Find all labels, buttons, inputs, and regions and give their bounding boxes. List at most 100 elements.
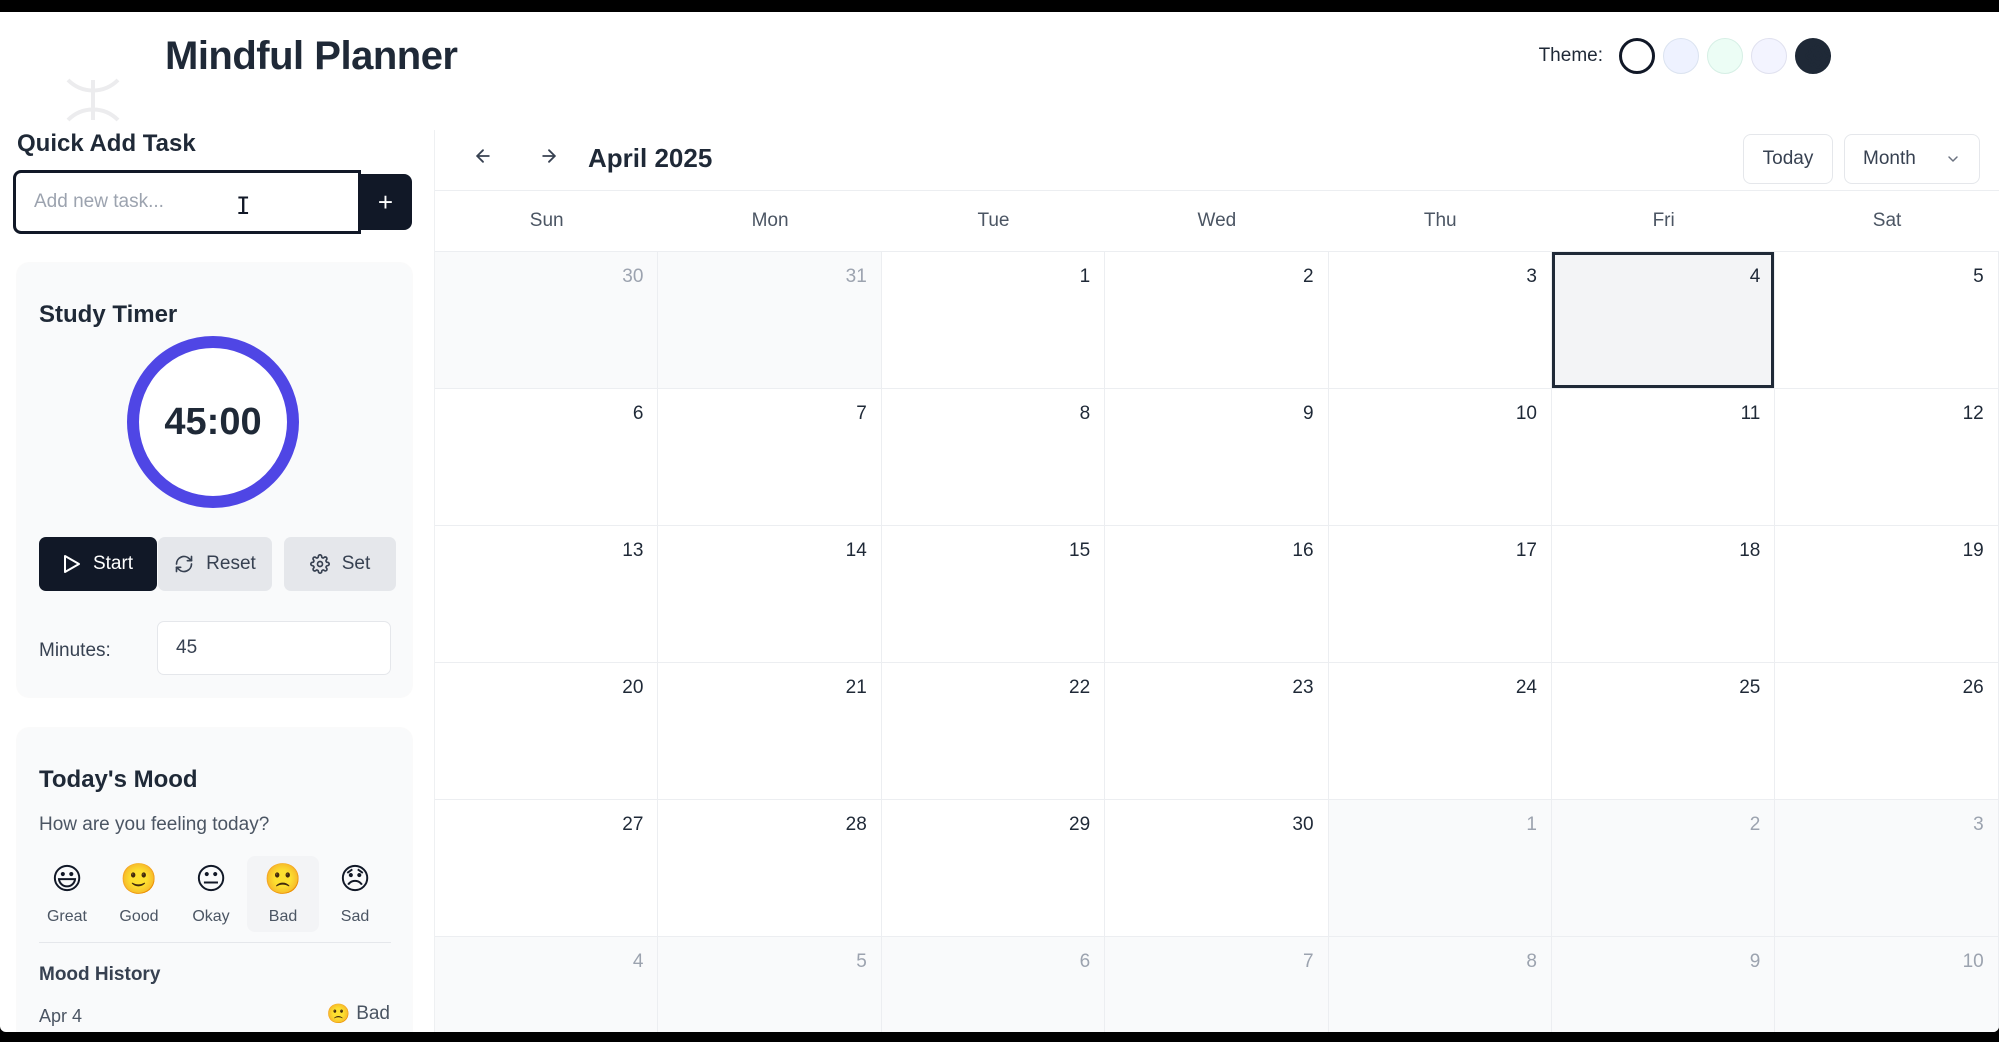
day-cell[interactable]: 10 xyxy=(1328,389,1552,526)
minutes-input[interactable] xyxy=(157,621,391,675)
mood-emoji: 😐 xyxy=(195,862,227,897)
settings-button[interactable] xyxy=(1802,40,1834,72)
view-select[interactable]: Month xyxy=(1844,134,1980,184)
day-cell[interactable]: 11 xyxy=(1551,389,1776,526)
prev-month-button[interactable] xyxy=(465,138,501,174)
day-cell[interactable]: 9 xyxy=(1551,937,1776,1032)
task-input[interactable] xyxy=(16,173,358,231)
day-number: 2 xyxy=(1302,266,1314,287)
day-cell[interactable]: 17 xyxy=(1328,526,1552,663)
day-number: 3 xyxy=(1973,814,1984,835)
day-cell[interactable]: 24 xyxy=(1328,663,1552,800)
day-cell[interactable]: 16 xyxy=(1105,526,1329,663)
weekday-sat: Sat xyxy=(1872,210,1902,231)
timer-ring: 45:00 xyxy=(127,336,299,508)
day-cell[interactable]: 26 xyxy=(1775,663,1999,800)
theme-swatch-lavender[interactable] xyxy=(1751,38,1787,74)
mood-question: How are you feeling today? xyxy=(39,814,270,835)
day-number: 4 xyxy=(632,951,644,972)
mood-option-good[interactable]: 🙂 Good xyxy=(103,856,175,932)
day-cell[interactable]: 10 xyxy=(1775,937,1999,1032)
day-cell[interactable]: 1 xyxy=(1328,800,1552,937)
day-cell[interactable]: 31 xyxy=(658,252,882,389)
play-icon xyxy=(63,555,80,573)
day-cell[interactable]: 28 xyxy=(658,800,882,937)
gear-icon xyxy=(1805,43,1831,69)
day-cell[interactable]: 25 xyxy=(1551,663,1776,800)
day-number: 31 xyxy=(845,266,867,287)
theme-swatch-blue[interactable] xyxy=(1663,38,1699,74)
mood-option-okay[interactable]: 😐 Okay xyxy=(175,856,247,932)
app-title: Mindful Planner xyxy=(165,34,458,78)
day-cell[interactable]: 15 xyxy=(881,526,1106,663)
day-number: 7 xyxy=(1302,951,1314,972)
day-number: 5 xyxy=(856,951,867,972)
day-number: 12 xyxy=(1962,403,1984,424)
mood-options: 😃 Great 🙂 Good 😐 Okay 🙁 Bad 😞 Sad xyxy=(31,856,391,932)
day-cell[interactable]: 2 xyxy=(1105,252,1329,389)
day-cell[interactable]: 13 xyxy=(435,526,659,663)
study-timer-title: Study Timer xyxy=(39,301,178,328)
theme-swatches xyxy=(1619,38,1831,74)
calendar-grid: Sun Mon Tue Wed Thu Fri Sat 30 31 1 2 3 4 5 6 7 8 9 10 11 1… xyxy=(435,190,1999,1032)
quick-add-title: Quick Add Task xyxy=(17,130,196,157)
mood-history-date: Apr 4 xyxy=(39,1006,83,1026)
next-month-button[interactable] xyxy=(531,138,567,174)
day-number: 8 xyxy=(1079,403,1091,424)
weekday-fri: Fri xyxy=(1652,210,1675,231)
day-cell[interactable]: 14 xyxy=(658,526,882,663)
day-number: 7 xyxy=(856,403,867,424)
chevron-down-icon xyxy=(1948,156,1958,162)
day-number: 28 xyxy=(845,814,867,835)
mood-option-sad[interactable]: 😞 Sad xyxy=(319,856,391,932)
theme-swatch-white[interactable] xyxy=(1619,38,1655,74)
day-cell[interactable]: 19 xyxy=(1775,526,1999,663)
day-cell[interactable]: 7 xyxy=(1105,937,1329,1032)
day-number: 6 xyxy=(632,403,644,424)
day-cell[interactable]: 6 xyxy=(881,937,1106,1032)
day-cell[interactable]: 3 xyxy=(1775,800,1999,937)
day-cell[interactable]: 20 xyxy=(435,663,659,800)
day-cell[interactable]: 30 xyxy=(435,252,659,389)
refresh-icon xyxy=(175,555,193,573)
day-cell[interactable]: 30 xyxy=(1105,800,1329,937)
mood-option-great[interactable]: 😃 Great xyxy=(31,856,103,932)
day-number: 9 xyxy=(1749,951,1761,972)
day-cell[interactable]: 12 xyxy=(1775,389,1999,526)
day-cell[interactable]: 2 xyxy=(1551,800,1776,937)
day-cell[interactable]: 9 xyxy=(1105,389,1329,526)
mood-option-bad[interactable]: 🙁 Bad xyxy=(247,856,319,932)
day-cell[interactable]: 23 xyxy=(1105,663,1329,800)
day-number: 14 xyxy=(845,540,867,561)
text-cursor-icon: I xyxy=(236,192,251,220)
day-cell[interactable]: 1 xyxy=(881,252,1106,389)
day-cell[interactable]: 5 xyxy=(658,937,882,1032)
theme-swatch-mint[interactable] xyxy=(1707,38,1743,74)
day-cell[interactable]: 21 xyxy=(658,663,882,800)
mood-label: Okay xyxy=(192,908,230,925)
day-cell[interactable]: 8 xyxy=(1328,937,1552,1032)
day-cell[interactable]: 7 xyxy=(658,389,882,526)
set-button[interactable]: Set xyxy=(284,537,396,591)
day-cell[interactable]: 29 xyxy=(881,800,1106,937)
mood-emoji: 😃 xyxy=(51,862,83,897)
add-task-button[interactable]: + xyxy=(359,174,412,230)
day-cell[interactable]: 8 xyxy=(881,389,1106,526)
day-number: 21 xyxy=(845,677,867,698)
day-number: 30 xyxy=(622,266,644,287)
mood-card: Today's Mood How are you feeling today? … xyxy=(17,728,412,1032)
day-number: 29 xyxy=(1069,814,1091,835)
theme-label: Theme: xyxy=(1538,45,1603,66)
day-cell[interactable]: 4 xyxy=(435,937,659,1032)
day-cell[interactable]: 6 xyxy=(435,389,659,526)
reset-button[interactable]: Reset xyxy=(158,537,272,591)
day-cell[interactable]: 4 xyxy=(1551,252,1776,389)
day-cell[interactable]: 27 xyxy=(435,800,659,937)
day-cell[interactable]: 5 xyxy=(1775,252,1999,389)
today-button[interactable]: Today xyxy=(1743,134,1833,184)
day-cell[interactable]: 18 xyxy=(1551,526,1776,663)
start-button[interactable]: Start xyxy=(39,537,157,591)
day-cell[interactable]: 22 xyxy=(881,663,1106,800)
mood-emoji: 🙁 xyxy=(264,862,302,897)
day-cell[interactable]: 3 xyxy=(1328,252,1552,389)
